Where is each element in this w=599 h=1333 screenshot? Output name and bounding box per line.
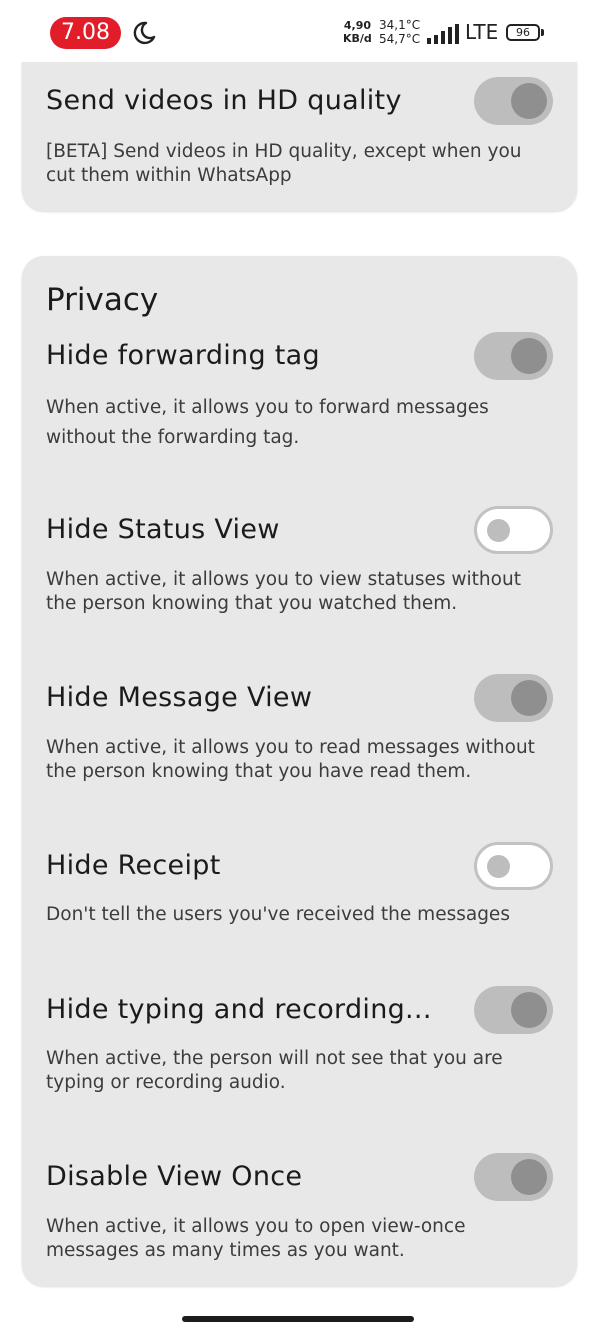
home-indicator[interactable] xyxy=(182,1316,414,1322)
temperature-readout: 34,1°C 54,7°C xyxy=(379,18,421,46)
setting-title: Hide Receipt xyxy=(46,850,221,881)
hd-video-title: Send videos in HD quality xyxy=(46,85,402,116)
setting-description: When active, it allows you to view statu… xyxy=(46,569,521,614)
hd-video-toggle[interactable] xyxy=(474,77,553,125)
status-bar: 7.08 4,90 KB/d 34,1°C 54,7°C LTE 96 xyxy=(0,0,599,62)
setting-title: Hide typing and recording... xyxy=(46,994,432,1025)
hd-video-card: Send videos in HD quality [BETA] Send vi… xyxy=(22,62,577,211)
battery-icon: 96 xyxy=(506,24,540,41)
status-time: 7.08 xyxy=(50,17,121,49)
setting-description: When active, it allows you to open view-… xyxy=(46,1216,466,1261)
privacy-heading: Privacy xyxy=(46,282,159,318)
hide-message-view-toggle[interactable] xyxy=(474,674,553,722)
hide-typing-recording-toggle[interactable] xyxy=(474,986,553,1034)
setting-title: Hide Status View xyxy=(46,514,280,545)
network-type: LTE xyxy=(465,20,499,44)
setting-description: When active, it allows you to forward me… xyxy=(46,397,489,448)
moon-icon xyxy=(133,21,156,45)
hide-status-view-toggle[interactable] xyxy=(474,506,553,554)
setting-description: When active, it allows you to read messa… xyxy=(46,737,535,782)
privacy-card: Privacy Hide forwarding tag When active,… xyxy=(22,256,577,1286)
setting-title: Hide Message View xyxy=(46,682,313,713)
signal-icon xyxy=(427,24,459,44)
setting-description: When active, the person will not see tha… xyxy=(46,1048,503,1093)
setting-title: Disable View Once xyxy=(46,1161,303,1192)
setting-title: Hide forwarding tag xyxy=(46,340,320,371)
hide-receipt-toggle[interactable] xyxy=(474,842,553,890)
setting-description: Don't tell the users you've received the… xyxy=(46,904,510,925)
disable-view-once-toggle[interactable] xyxy=(474,1153,553,1201)
network-speed: 4,90 KB/d xyxy=(343,19,372,45)
hide-forwarding-tag-toggle[interactable] xyxy=(474,332,553,380)
hd-video-description: [BETA] Send videos in HD quality, except… xyxy=(46,141,522,186)
